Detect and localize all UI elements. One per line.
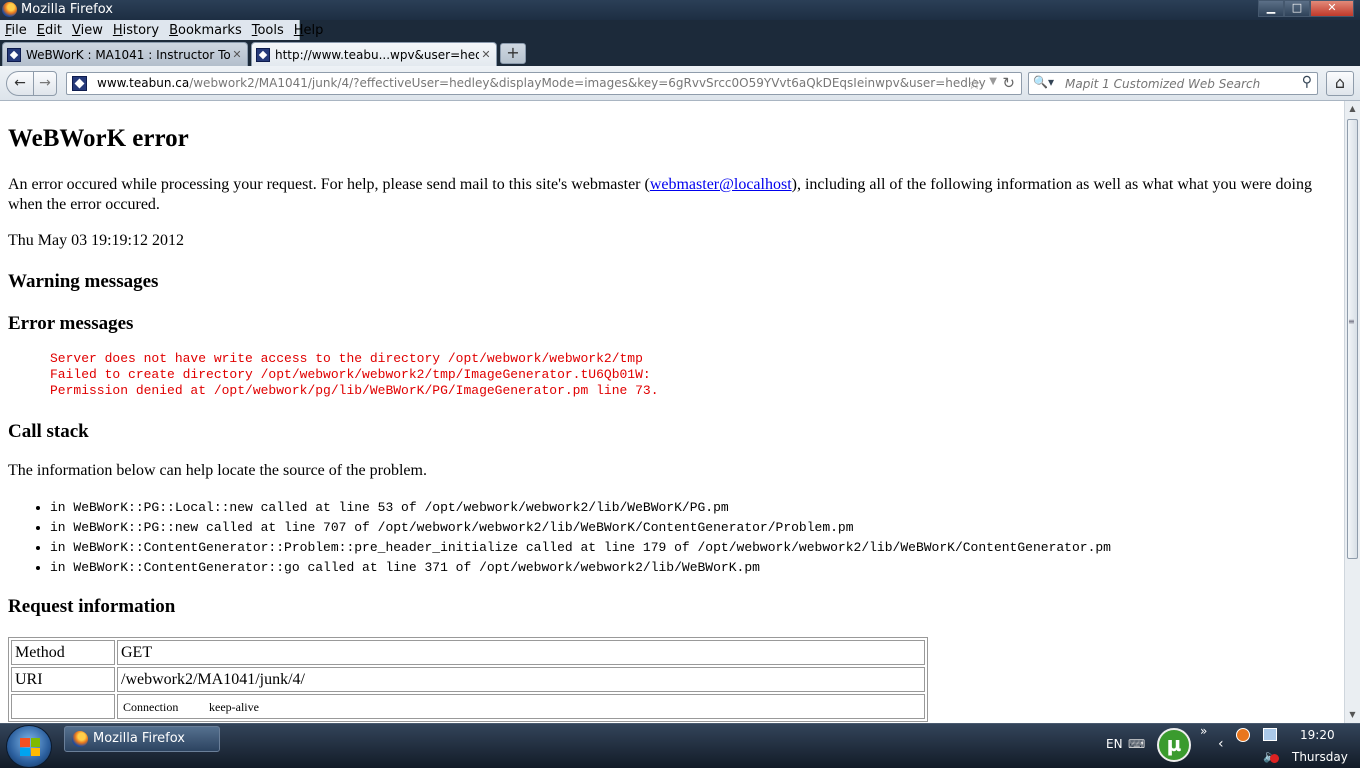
taskbar: Mozilla Firefox EN ⌨ µ » ‹ 🔈 19:20 Thurs… [0,723,1360,768]
search-input[interactable] [1065,75,1295,92]
table-row: Connection keep-alive [11,694,925,719]
tab-label: http://www.teabu...wpv&user=hedley [275,47,479,62]
tab-bar: WeBWorK : MA1041 : Instructor Tools... ✕… [0,40,1360,66]
scrollbar-grip-icon: ≡ [1348,317,1355,326]
back-arrow-icon: ← [14,75,26,91]
volume-muted-badge-icon [1270,754,1279,763]
menu-bar: File Edit View History Bookmarks Tools H… [0,20,323,40]
menu-tools[interactable]: Tools [247,23,289,38]
menu-edit[interactable]: Edit [32,23,67,38]
menu-bookmarks[interactable]: Bookmarks [164,23,247,38]
home-button[interactable]: ⌂ [1326,71,1354,96]
url-bar[interactable]: www.teabun.ca/webwork2/MA1041/junk/4/?ef… [66,72,1022,95]
tab-instructor-tools[interactable]: WeBWorK : MA1041 : Instructor Tools... ✕ [2,42,248,66]
uri-key: URI [11,667,115,692]
start-button[interactable] [6,725,52,768]
header-connection-key: Connection [123,699,179,714]
site-identity-icon[interactable] [72,76,87,91]
callstack-item: in WeBWorK::PG::Local::new called at lin… [50,498,1336,518]
page-title: WeBWorK error [8,125,189,152]
callstack-item: in WeBWorK::PG::new called at line 707 o… [50,518,1336,538]
headers-key [11,694,115,719]
headers-value: Connection keep-alive [117,694,925,719]
webmaster-email-link[interactable]: webmaster@localhost [650,176,792,193]
search-bar: 🔍▾ ⚲ [1028,72,1318,95]
window-controls: ▁ □ ✕ [1258,0,1354,17]
error-intro: An error occured while processing your r… [8,175,1336,215]
tab-label: WeBWorK : MA1041 : Instructor Tools... [26,47,230,62]
close-window-button[interactable]: ✕ [1310,0,1354,17]
intro-text: An error occured while processing your r… [8,176,650,193]
language-indicator[interactable]: EN [1106,737,1123,751]
taskbar-firefox-button[interactable]: Mozilla Firefox [64,726,220,752]
callstack-heading: Call stack [8,421,89,442]
url-text[interactable]: www.teabun.ca/webwork2/MA1041/junk/4/?ef… [97,76,986,90]
error-messages: Server does not have write access to the… [8,351,1336,399]
error-line: Permission denied at /opt/webwork/pg/lib… [50,383,659,398]
table-row: Method GET [11,640,925,665]
new-tab-button[interactable]: + [500,43,526,64]
uri-value: /webwork2/MA1041/junk/4/ [117,667,925,692]
scroll-up-icon[interactable]: ▲ [1345,101,1360,117]
forward-arrow-icon: → [39,75,51,91]
vertical-scrollbar[interactable]: ▲ ≡ ▼ [1344,101,1360,723]
maximize-button[interactable]: □ [1284,0,1310,17]
taskbar-firefox-label: Mozilla Firefox [93,731,185,746]
method-value: GET [117,640,925,665]
search-engine-icon[interactable]: 🔍▾ [1033,75,1059,92]
navigation-toolbar: ← → www.teabun.ca/webwork2/MA1041/junk/4… [0,66,1360,101]
show-hidden-icons-icon[interactable]: ‹ [1218,736,1224,752]
window-title: Mozilla Firefox [21,2,113,17]
forward-button[interactable]: → [33,71,57,96]
table-row: URI /webwork2/MA1041/junk/4/ [11,667,925,692]
bookmark-star-icon[interactable]: ☆ [968,75,981,93]
callstack-intro: The information below can help locate th… [8,462,427,479]
url-path: /webwork2/MA1041/junk/4/?effectiveUser=h… [189,76,986,90]
clock-time[interactable]: 19:20 [1300,728,1335,742]
window-titlebar: Mozilla Firefox ▁ □ ✕ [0,0,1360,20]
toolbar-overflow-icon[interactable]: » [1200,724,1207,738]
callstack-list: in WeBWorK::PG::Local::new called at lin… [50,498,1336,578]
menu-help[interactable]: Help [289,23,329,38]
page-content: WeBWorK error An error occured while pro… [0,101,1344,723]
scroll-down-icon[interactable]: ▼ [1345,707,1360,723]
tab-close-icon[interactable]: ✕ [230,48,244,61]
reload-icon[interactable]: ↻ [1002,74,1015,92]
warning-heading: Warning messages [8,271,159,292]
search-go-icon[interactable]: ⚲ [1302,74,1312,90]
error-line: Server does not have write access to the… [50,351,643,366]
error-heading: Error messages [8,313,134,334]
back-button[interactable]: ← [6,71,34,96]
url-dropdown-icon[interactable]: ▼ [989,76,997,87]
tab-close-icon[interactable]: ✕ [479,48,493,61]
menu-view[interactable]: View [67,23,108,38]
error-line: Failed to create directory /opt/webwork/… [50,367,651,382]
menu-history[interactable]: History [108,23,164,38]
callstack-item: in WeBWorK::ContentGenerator::go called … [50,558,1336,578]
url-host: www.teabun.ca [97,76,190,90]
minimize-button[interactable]: ▁ [1258,0,1284,17]
callstack-item: in WeBWorK::ContentGenerator::Problem::p… [50,538,1336,558]
error-timestamp: Thu May 03 19:19:12 2012 [8,232,184,249]
method-key: Method [11,640,115,665]
webwork-favicon-icon [7,47,21,62]
tab-error-page[interactable]: http://www.teabu...wpv&user=hedley ✕ [251,42,497,66]
firefox-logo-icon [72,731,88,747]
firefox-logo-icon [2,2,17,17]
keyboard-icon[interactable]: ⌨ [1128,737,1145,751]
windows-logo-icon [20,738,40,756]
webwork-favicon-icon [256,47,270,62]
clock-day[interactable]: Thursday [1292,750,1348,764]
home-icon: ⌂ [1334,73,1346,92]
request-heading: Request information [8,596,176,617]
menu-file[interactable]: File [0,23,32,38]
scrollbar-thumb[interactable] [1347,119,1358,559]
request-info-table: Method GET URI /webwork2/MA1041/junk/4/ … [8,637,928,722]
utorrent-icon[interactable]: µ [1157,728,1191,762]
header-connection-value: keep-alive [209,699,259,714]
network-icon[interactable] [1263,728,1277,741]
tray-app-icon[interactable] [1236,728,1250,742]
